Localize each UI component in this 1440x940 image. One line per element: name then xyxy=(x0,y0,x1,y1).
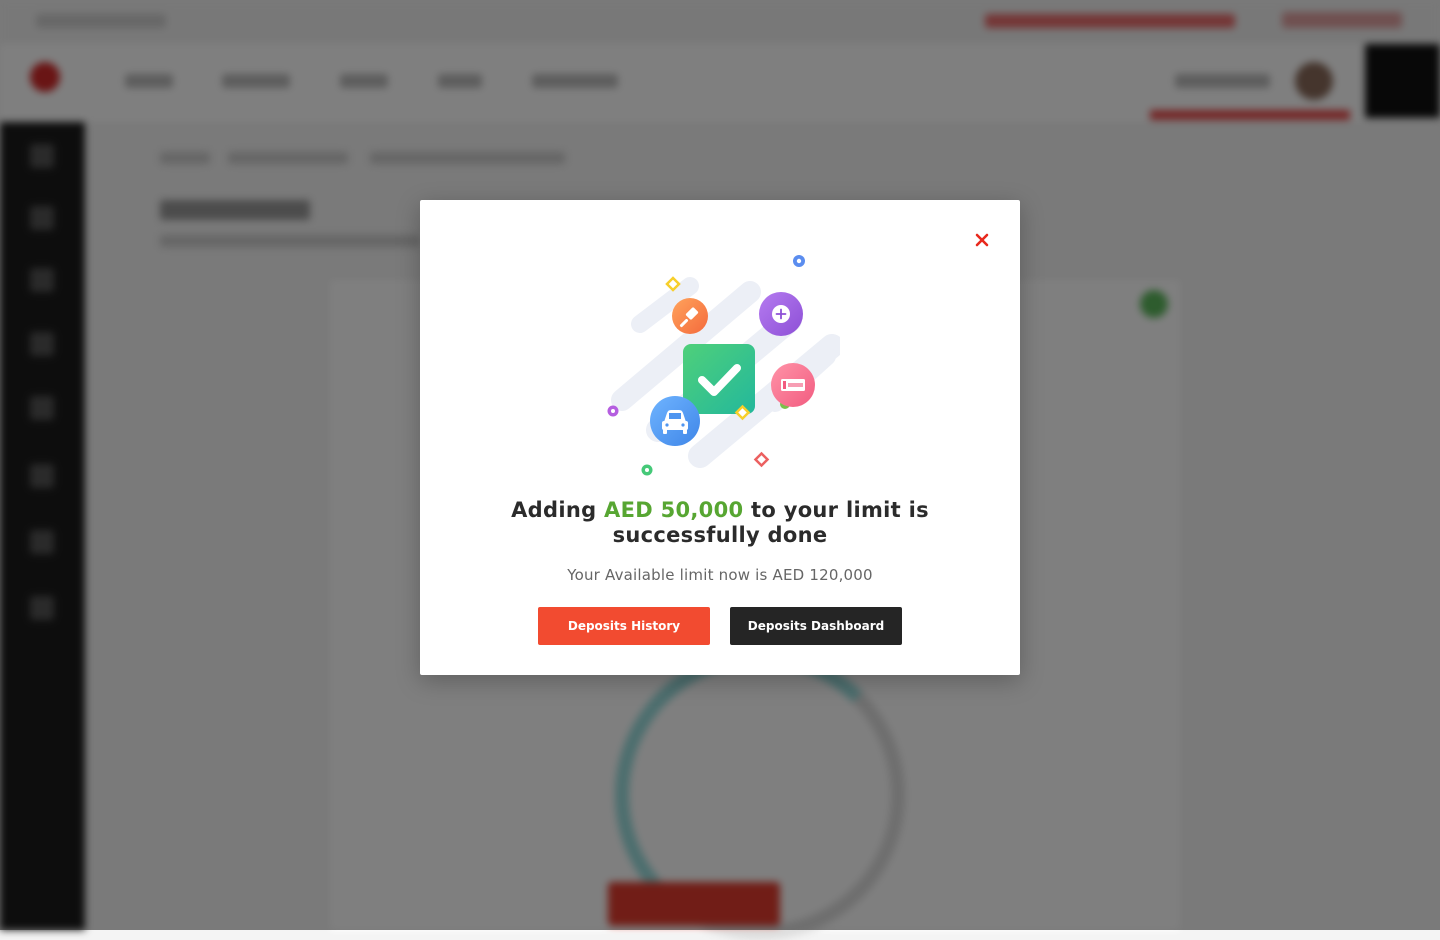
message-prefix: Adding xyxy=(511,498,605,522)
plate-icon xyxy=(781,379,805,391)
deposit-amount: AED 50,000 xyxy=(604,498,744,522)
close-icon xyxy=(975,233,989,247)
success-illustration xyxy=(607,255,840,476)
deposits-dashboard-button[interactable]: Deposits Dashboard xyxy=(730,607,902,645)
message-suffix: to your limit is xyxy=(743,498,929,522)
check-tile xyxy=(683,344,755,414)
success-message: Adding AED 50,000 to your limit is succe… xyxy=(420,498,1020,548)
available-limit-text: Your Available limit now is AED 120,000 xyxy=(567,566,873,584)
message-line2: successfully done xyxy=(612,523,828,547)
success-modal: Adding AED 50,000 to your limit is succe… xyxy=(420,200,1020,675)
close-button[interactable] xyxy=(970,228,994,252)
deposits-history-button[interactable]: Deposits History xyxy=(538,607,710,645)
